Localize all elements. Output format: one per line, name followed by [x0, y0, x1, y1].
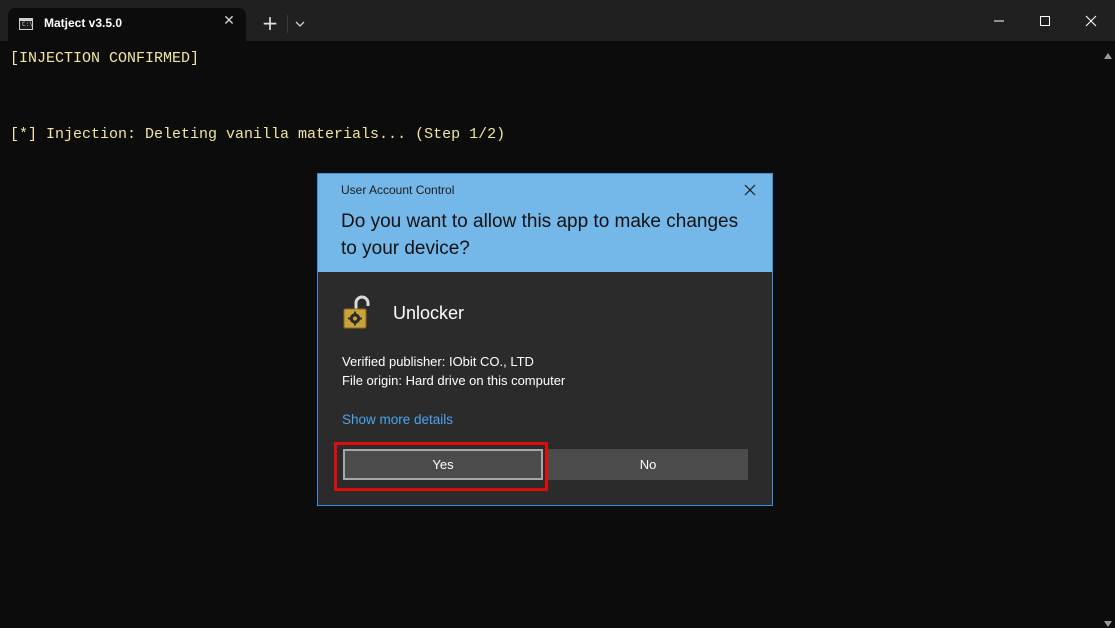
- yes-button[interactable]: Yes: [343, 449, 543, 480]
- uac-body: Unlocker Verified publisher: IObit CO., …: [318, 272, 772, 505]
- verified-publisher: Verified publisher: IObit CO., LTD: [342, 354, 534, 369]
- maximize-button[interactable]: [1022, 0, 1068, 41]
- console-line: [*] Injection: Deleting vanilla material…: [10, 126, 506, 143]
- scroll-up-icon[interactable]: [1103, 47, 1113, 59]
- uac-dialog: User Account Control Do you want to allo…: [317, 173, 773, 506]
- close-window-button[interactable]: [1068, 0, 1114, 41]
- console-line: [INJECTION CONFIRMED]: [10, 50, 200, 67]
- unlocked-padlock-icon: [343, 294, 371, 330]
- tab-matject[interactable]: C:\ Matject v3.5.0 ✕: [8, 8, 246, 41]
- scrollbar[interactable]: [1100, 41, 1115, 628]
- chevron-down-icon[interactable]: [292, 16, 308, 32]
- file-origin: File origin: Hard drive on this computer: [342, 373, 566, 388]
- terminal-window: C:\ Matject v3.5.0 ✕ + [INJECTION CONFIR…: [0, 0, 1115, 628]
- tab-title: Matject v3.5.0: [44, 16, 123, 30]
- terminal-icon: C:\: [19, 18, 33, 30]
- tab-separator: [287, 15, 288, 33]
- uac-question: Do you want to allow this app to make ch…: [341, 211, 739, 259]
- show-more-details-link[interactable]: Show more details: [342, 412, 453, 427]
- close-tab-icon[interactable]: ✕: [221, 13, 237, 29]
- new-tab-button[interactable]: +: [260, 13, 280, 33]
- uac-header: User Account Control Do you want to allo…: [318, 174, 772, 272]
- uac-caption: User Account Control: [341, 183, 455, 197]
- minimize-button[interactable]: [976, 0, 1022, 41]
- close-icon[interactable]: [740, 180, 760, 200]
- no-button[interactable]: No: [548, 449, 748, 480]
- title-bar: C:\ Matject v3.5.0 ✕ +: [0, 0, 1115, 41]
- scroll-down-icon[interactable]: [1103, 615, 1113, 627]
- app-name: Unlocker: [393, 303, 465, 323]
